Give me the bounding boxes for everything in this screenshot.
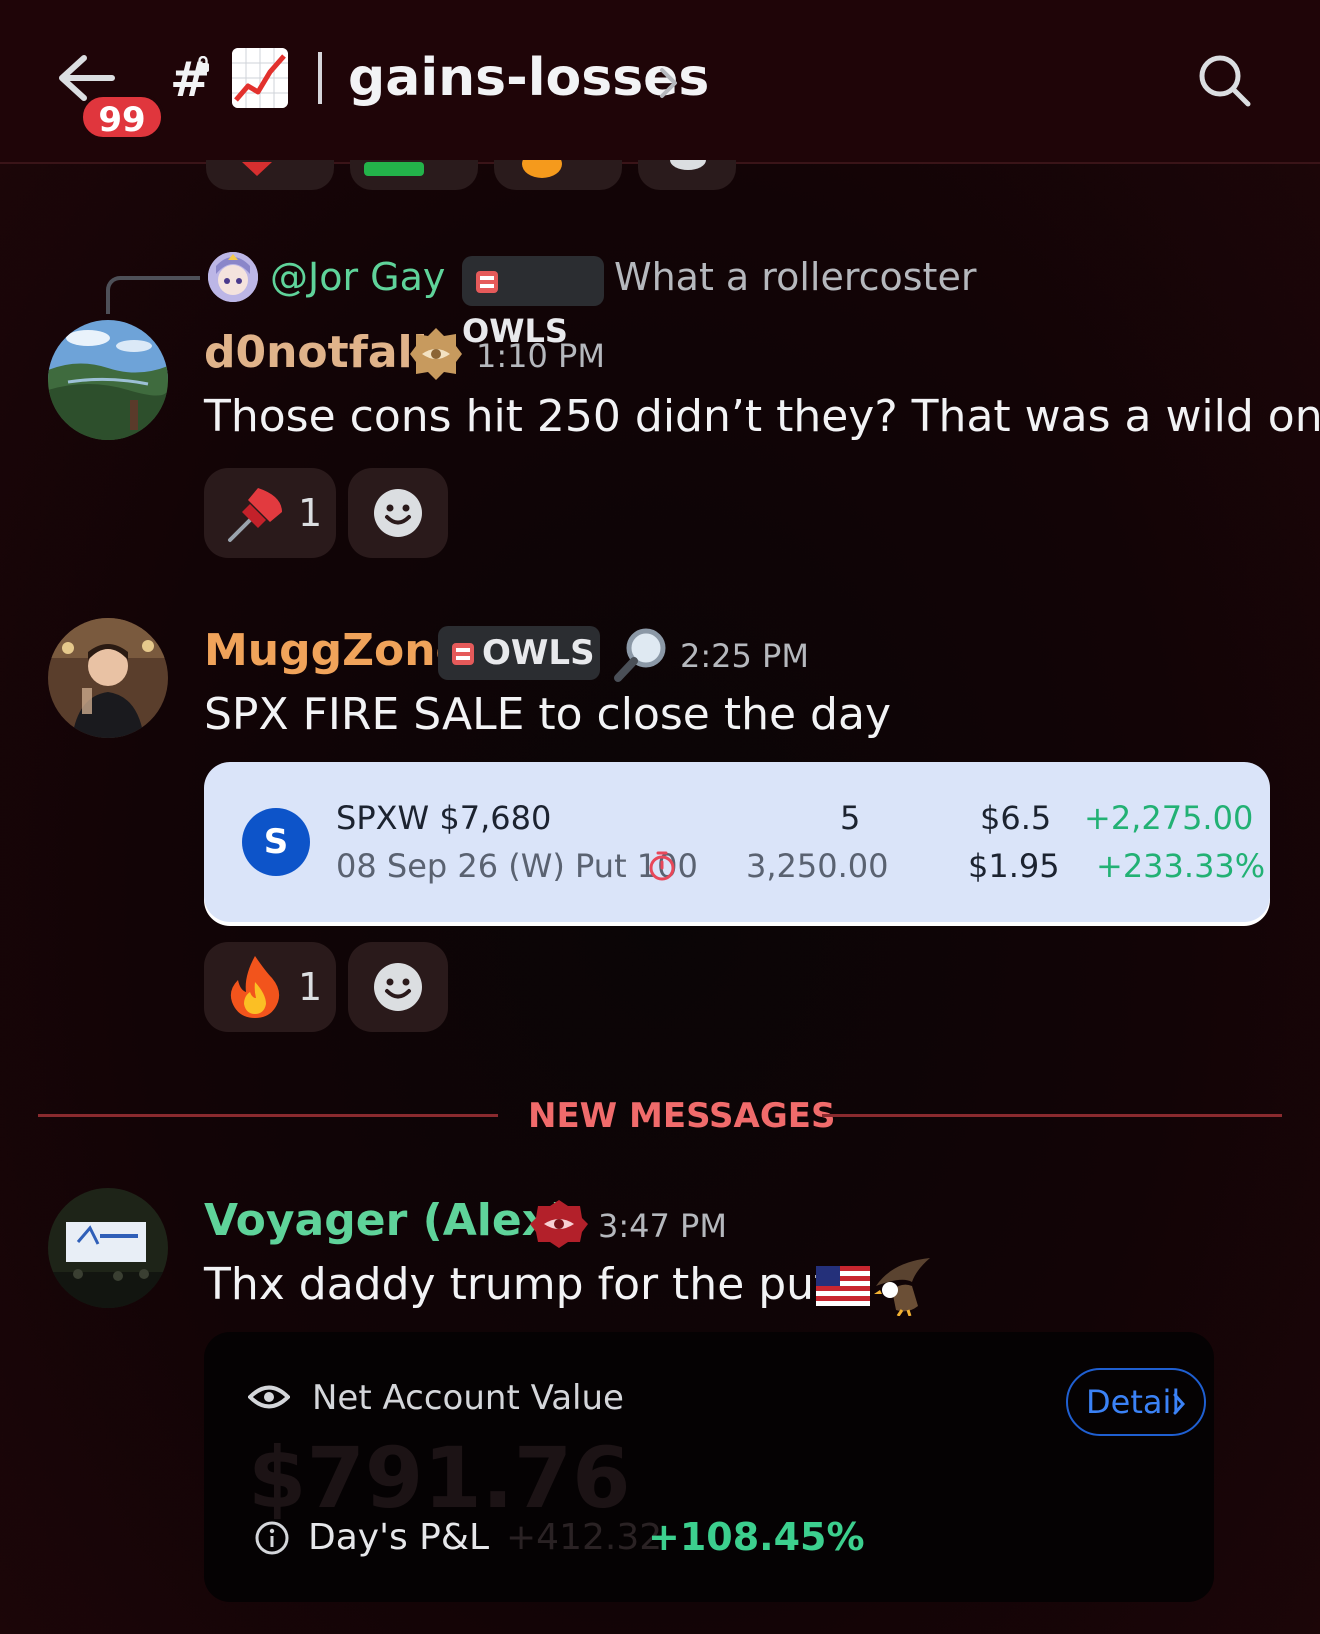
reaction-fire[interactable]: 1	[204, 942, 336, 1032]
new-messages-line-left	[38, 1114, 498, 1117]
timestamp: 1:10 PM	[476, 337, 605, 375]
channel-title[interactable]: gains-losses	[348, 48, 709, 108]
smile-icon	[374, 963, 422, 1011]
owl-role-icon	[476, 271, 498, 293]
timer-icon	[649, 851, 675, 881]
lock-icon	[197, 56, 209, 72]
smile-icon	[670, 160, 706, 170]
landscape-avatar-icon	[48, 320, 168, 440]
account-value: $791.76	[248, 1429, 631, 1527]
reaction-pushpin[interactable]: 1	[204, 468, 336, 558]
search-icon[interactable]	[1196, 52, 1252, 108]
username[interactable]: d0notfall	[204, 326, 428, 380]
account-title: Net Account Value	[312, 1378, 624, 1418]
reply-preview[interactable]: What a rollercoster	[614, 254, 976, 300]
trade-symbol: SPXW $7,680	[336, 799, 552, 837]
trade-price: $6.5	[980, 799, 1052, 837]
trade-card[interactable]: S SPXW $7,680 08 Sep 26 (W) Put 100 5 3,…	[204, 762, 1270, 922]
server-badge-icon	[530, 1200, 588, 1248]
reaction-partial[interactable]	[494, 160, 622, 190]
person-avatar-icon	[48, 618, 168, 738]
magnifying-glass-emoji-icon	[614, 628, 666, 682]
day-pl-value: +412.32	[506, 1517, 663, 1558]
trade-avg-cost: $1.95	[968, 847, 1060, 885]
timestamp: 3:47 PM	[598, 1207, 727, 1245]
stage-avatar-icon	[48, 1188, 168, 1308]
reply-connector	[106, 276, 200, 314]
reply-avatar[interactable]	[208, 252, 258, 302]
chevron-right-icon	[1173, 1393, 1186, 1415]
smile-icon	[374, 489, 422, 537]
info-icon[interactable]	[254, 1520, 290, 1556]
reaction-partial[interactable]	[206, 160, 334, 190]
server-badge-icon	[410, 328, 462, 380]
message-text: Those cons hit 250 didn’t they? That was…	[204, 391, 1320, 442]
detail-label: Detail	[1086, 1383, 1181, 1421]
add-reaction-button[interactable]	[348, 942, 448, 1032]
eagle-emoji-icon	[874, 1258, 930, 1316]
message-text: SPX FIRE SALE to close the day	[204, 689, 891, 740]
reaction-count: 1	[298, 491, 323, 535]
reaction-count: 1	[298, 965, 323, 1009]
timestamp: 2:25 PM	[680, 637, 809, 675]
new-messages-line-right	[822, 1114, 1282, 1117]
unread-badge: 99	[80, 94, 164, 140]
reaction-partial[interactable]	[350, 160, 478, 190]
day-pl-label: Day's P&L	[308, 1517, 490, 1558]
broker-logo: S	[242, 808, 310, 876]
trade-cost: 3,250.00	[746, 847, 889, 885]
role-tag[interactable]: OWLS	[462, 256, 604, 350]
channel-header: 99 # gains-losses	[0, 0, 1320, 164]
detail-button[interactable]: Detail	[1066, 1368, 1206, 1436]
message-text: Thx daddy trump for the puts	[204, 1259, 855, 1310]
role-tag[interactable]: OWLS	[438, 626, 600, 680]
trade-pl: +2,275.00	[1084, 799, 1254, 837]
anime-avatar-icon	[208, 252, 258, 302]
us-flag-emoji-icon	[816, 1266, 870, 1306]
day-pl-percent: +108.45%	[648, 1515, 865, 1559]
chevron-right-icon[interactable]	[658, 66, 680, 100]
pushpin-emoji-icon	[228, 488, 282, 542]
fire-emoji-icon	[230, 956, 280, 1018]
avatar[interactable]	[48, 320, 168, 440]
chart-increasing-emoji-icon	[232, 48, 288, 108]
trade-pl-percent: +233.33%	[1096, 847, 1266, 885]
new-messages-label: NEW MESSAGES	[528, 1096, 836, 1136]
add-reaction-button[interactable]	[348, 468, 448, 558]
username[interactable]: MuggZone	[204, 624, 465, 678]
trade-quantity: 5	[840, 799, 861, 837]
money-emoji-icon	[364, 162, 424, 176]
role-label: OWLS	[482, 633, 595, 673]
owl-role-icon	[452, 643, 474, 665]
red-triangle-icon	[242, 162, 272, 176]
avatar[interactable]	[48, 618, 168, 738]
trade-contract: 08 Sep 26 (W) Put 100	[336, 847, 698, 885]
account-card[interactable]: Net Account Value $791.76 Detail Day's P…	[204, 1332, 1214, 1602]
avatar[interactable]	[48, 1188, 168, 1308]
header-divider	[318, 52, 322, 104]
fire-emoji-icon	[522, 160, 562, 178]
reply-username[interactable]: @Jor Gay	[270, 254, 445, 300]
username[interactable]: Voyager (Alex)	[204, 1194, 570, 1248]
add-reaction-partial[interactable]	[638, 160, 736, 190]
eye-icon[interactable]	[248, 1382, 290, 1412]
